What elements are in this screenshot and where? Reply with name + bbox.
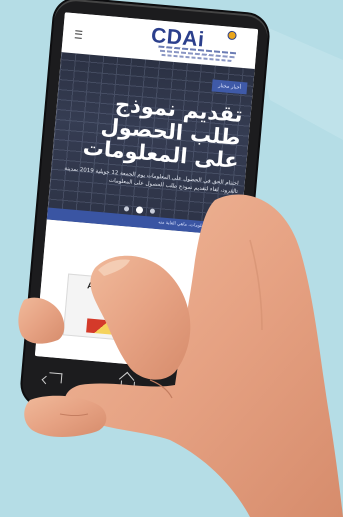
photo-scene: CDAi أخبار مختار تقديم نموذج طلب الحصول … bbox=[0, 0, 343, 517]
slider-dot[interactable] bbox=[123, 206, 130, 212]
card-image bbox=[86, 318, 148, 338]
hero-slider[interactable]: أخبار مختار تقديم نموذج طلب الحصول على ا… bbox=[46, 52, 255, 237]
hamburger-menu-icon[interactable] bbox=[74, 30, 83, 39]
site-logo[interactable]: CDAi bbox=[149, 24, 242, 66]
logo-dot-icon bbox=[227, 30, 237, 41]
smartphone: CDAi أخبار مختار تقديم نموذج طلب الحصول … bbox=[20, 0, 270, 423]
card-label: Ac bbox=[86, 280, 100, 292]
content-card[interactable]: Ac bbox=[62, 273, 164, 344]
slider-dot-active[interactable] bbox=[135, 206, 144, 214]
back-icon[interactable] bbox=[48, 372, 63, 384]
slider-dot[interactable] bbox=[149, 208, 156, 214]
page-content: Ac bbox=[34, 219, 241, 373]
home-icon[interactable] bbox=[120, 380, 135, 393]
phone-screen: CDAi أخبار مختار تقديم نموذج طلب الحصول … bbox=[34, 12, 259, 373]
